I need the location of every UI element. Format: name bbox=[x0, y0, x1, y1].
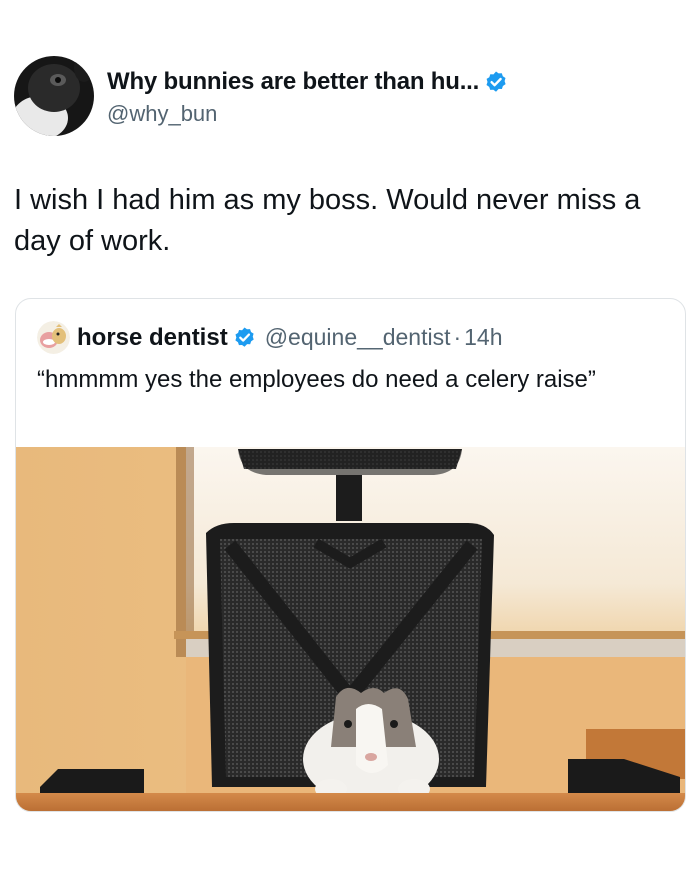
quoted-media-image[interactable] bbox=[16, 447, 685, 811]
avatar[interactable] bbox=[14, 56, 94, 136]
quoted-avatar[interactable] bbox=[37, 321, 70, 354]
verified-badge-icon bbox=[486, 71, 506, 92]
separator-dot: · bbox=[453, 324, 462, 350]
quoted-timestamp[interactable]: 14h bbox=[464, 324, 502, 351]
tweet-header: Why bunnies are better than hu... @why_b… bbox=[14, 56, 508, 136]
quoted-tweet-text: “hmmmm yes the employees do need a celer… bbox=[37, 366, 596, 393]
quoted-display-name[interactable]: horse dentist bbox=[77, 324, 228, 352]
tweet-text: I wish I had him as my boss. Would never… bbox=[14, 184, 641, 257]
tweet: Why bunnies are better than hu... @why_b… bbox=[0, 0, 700, 874]
verified-badge-icon bbox=[235, 327, 254, 347]
quoted-tweet-header: horse dentist @equine__dentist · 14h bbox=[37, 321, 503, 354]
quoted-handle[interactable]: @equine__dentist bbox=[265, 324, 451, 351]
quoted-tweet-card[interactable]: horse dentist @equine__dentist · 14h “hm… bbox=[15, 298, 686, 812]
handle[interactable]: @why_bun bbox=[107, 101, 508, 127]
display-name[interactable]: Why bunnies are better than hu... bbox=[107, 68, 479, 96]
